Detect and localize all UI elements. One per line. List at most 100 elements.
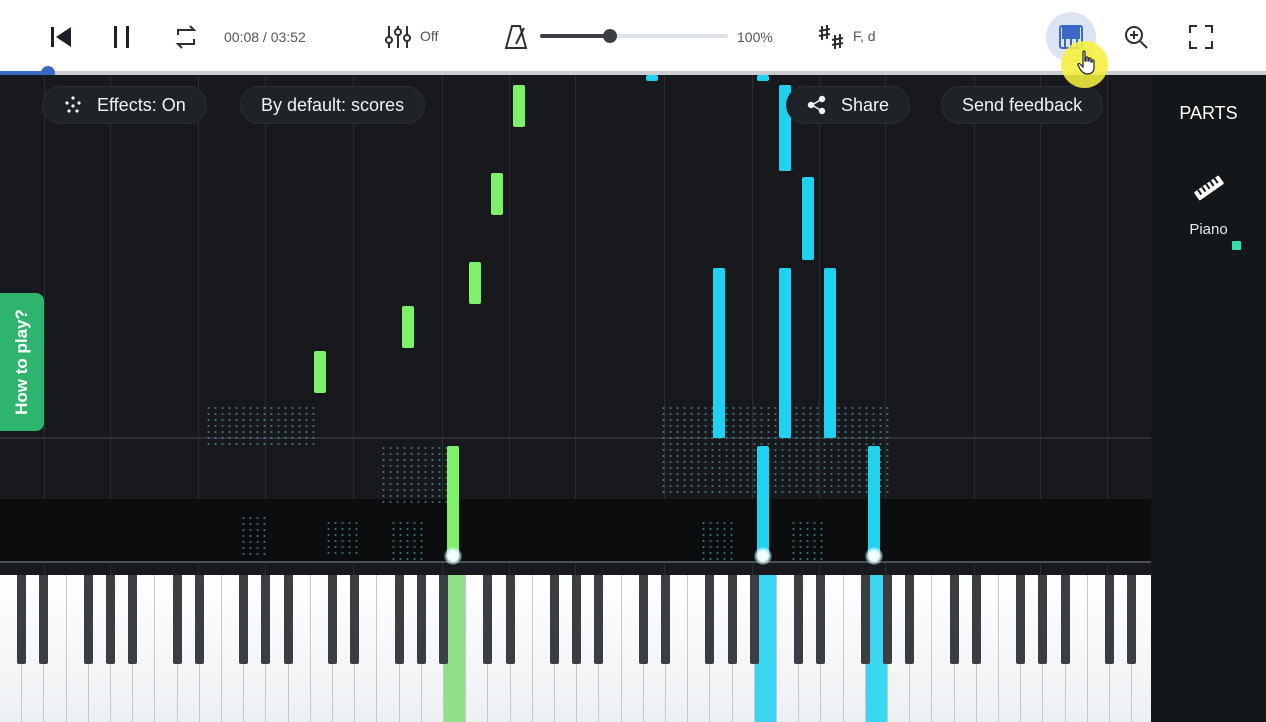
note-bar-right-hand	[779, 268, 791, 438]
key-signature-button[interactable]	[816, 22, 846, 52]
speed-slider[interactable]	[540, 28, 728, 44]
piano-part-icon	[1194, 175, 1224, 201]
part-color-indicator	[1232, 241, 1241, 250]
skip-back-icon	[51, 27, 71, 47]
particle-cloud	[660, 405, 890, 495]
zoom-button[interactable]	[1121, 22, 1151, 52]
speed-slider-thumb[interactable]	[602, 29, 617, 43]
black-key[interactable]	[550, 575, 559, 664]
note-bar-left-hand	[491, 173, 503, 215]
black-key[interactable]	[505, 575, 515, 664]
black-key[interactable]	[860, 575, 870, 664]
share-button[interactable]: Share	[786, 86, 911, 124]
black-key[interactable]	[572, 575, 582, 664]
note-bar-left-hand	[314, 351, 326, 393]
black-key[interactable]	[661, 575, 670, 664]
black-key[interactable]	[1060, 575, 1070, 664]
default-mode-toggle[interactable]: By default: scores	[240, 86, 426, 124]
black-key[interactable]	[905, 575, 915, 664]
black-key[interactable]	[261, 575, 271, 664]
fullscreen-icon	[1189, 25, 1213, 49]
part-label: Piano	[1189, 221, 1228, 238]
black-key[interactable]	[128, 575, 138, 664]
parts-panel: PARTS Piano	[1151, 75, 1266, 722]
mixer-button[interactable]	[383, 22, 413, 52]
note-bar-right-hand-playing	[757, 446, 769, 558]
how-to-play-tab[interactable]: How to play?	[0, 293, 44, 431]
particle-cloud	[380, 445, 450, 505]
particle-cloud	[205, 405, 315, 445]
black-key[interactable]	[194, 575, 204, 664]
keyboard-edge-line	[0, 561, 1151, 563]
skip-back-button[interactable]	[46, 22, 76, 52]
black-key[interactable]	[416, 575, 426, 664]
time-display: 00:08 / 03:52	[224, 29, 306, 45]
pause-button[interactable]	[107, 22, 137, 52]
falling-notes-area	[0, 75, 1151, 575]
black-key[interactable]	[483, 575, 493, 664]
share-icon	[807, 95, 826, 115]
app-window: 00:08 / 03:52 Off 100% F, d Effects: On …	[0, 0, 1266, 722]
black-key[interactable]	[794, 575, 804, 664]
black-key[interactable]	[439, 575, 448, 664]
fullscreen-button[interactable]	[1186, 22, 1216, 52]
black-key[interactable]	[239, 575, 249, 664]
black-key[interactable]	[172, 575, 182, 664]
black-key[interactable]	[705, 575, 715, 664]
black-key[interactable]	[971, 575, 981, 664]
note-bar-left-hand	[513, 85, 525, 127]
note-bar-left-hand	[402, 306, 414, 348]
note-hit-spark	[754, 547, 772, 565]
particle-cloud	[390, 520, 425, 560]
mixer-icon	[385, 26, 411, 48]
note-bar-right-hand-playing	[868, 446, 880, 558]
key-value: F, d	[853, 28, 876, 44]
black-key[interactable]	[283, 575, 293, 664]
black-key[interactable]	[83, 575, 93, 664]
black-key[interactable]	[328, 575, 337, 664]
black-key[interactable]	[394, 575, 404, 664]
note-bar-right-hand	[713, 268, 725, 438]
effects-toggle[interactable]: Effects: On	[42, 86, 207, 124]
note-bar-right-hand	[646, 75, 658, 81]
black-key[interactable]	[816, 575, 826, 664]
black-key[interactable]	[594, 575, 604, 664]
piano-keyboard[interactable]	[0, 575, 1151, 722]
speed-slider-fill	[540, 34, 610, 38]
how-to-play-label: How to play?	[12, 309, 31, 415]
black-key[interactable]	[1016, 575, 1026, 664]
send-feedback-button[interactable]: Send feedback	[941, 86, 1104, 124]
zoom-in-icon	[1125, 26, 1148, 49]
hand-pointer-icon	[1077, 50, 1095, 75]
black-key[interactable]	[350, 575, 360, 664]
black-key[interactable]	[106, 575, 115, 664]
black-key[interactable]	[949, 575, 959, 664]
black-key[interactable]	[749, 575, 759, 664]
hit-zone	[0, 499, 1151, 561]
parts-title: PARTS	[1179, 103, 1238, 123]
metronome-icon	[504, 25, 528, 49]
black-key[interactable]	[727, 575, 737, 664]
note-hit-spark	[444, 547, 462, 565]
black-key[interactable]	[39, 575, 49, 664]
black-key[interactable]	[1127, 575, 1137, 664]
particle-cloud	[700, 520, 735, 560]
black-key[interactable]	[883, 575, 892, 664]
loop-button[interactable]	[171, 22, 201, 52]
black-key[interactable]	[1038, 575, 1048, 664]
share-label: Share	[841, 94, 890, 115]
note-bar-left-hand	[469, 262, 481, 304]
black-key[interactable]	[17, 575, 27, 664]
pause-icon	[114, 26, 129, 48]
send-feedback-label: Send feedback	[962, 94, 1083, 115]
black-key[interactable]	[638, 575, 648, 664]
note-bar-left-hand-playing	[447, 446, 459, 558]
black-key[interactable]	[1105, 575, 1114, 664]
particle-cloud	[790, 520, 825, 560]
metronome-button[interactable]	[503, 22, 529, 52]
particle-cloud	[325, 520, 360, 555]
key-signature-icon	[818, 25, 844, 49]
speed-value: 100%	[737, 29, 773, 45]
note-hit-spark	[865, 547, 883, 565]
beat-line	[0, 437, 1151, 439]
